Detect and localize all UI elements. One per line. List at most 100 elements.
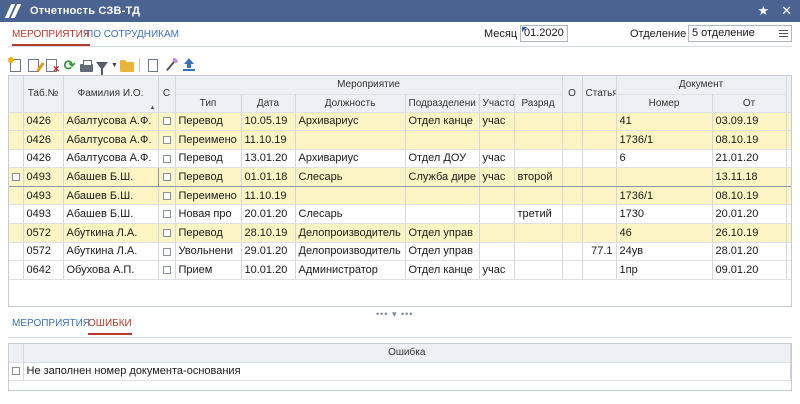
table-row[interactable]: 0493 Абашев Б.Ш. Переимено 11.10.19 1736… [9,186,791,206]
filter-dropdown-icon[interactable]: ▼ [111,58,118,73]
cell-fio: Обухова А.П. [63,260,159,280]
cell-grade [514,242,563,262]
close-icon[interactable]: ✕ [781,3,792,19]
cell-fio[interactable]: Абашев Б.Ш. [62,167,159,187]
cell-c-checkbox[interactable] [158,186,176,206]
header-doc-number[interactable]: Номер [616,94,713,113]
table-row[interactable]: 0426 Абалтусова А.Ф. Перевод 10.05.19 Ар… [9,112,791,132]
cell-type: Перевод [175,112,242,132]
cell-c-checkbox[interactable] [158,112,176,132]
cell-position: Слесарь [295,204,406,225]
cell-tab: 0426 [23,112,64,132]
refresh-icon[interactable]: ⟳ [62,57,77,73]
table-row[interactable]: 0572 Абуткина Л.А. Увольнени 29.01.20 Де… [9,242,791,262]
cell-tab: 0642 [23,260,64,280]
month-label: Месяц [484,28,518,40]
header-type[interactable]: Тип [175,94,242,113]
tab-bottom-events[interactable]: МЕРОПРИЯТИЯ [12,318,90,329]
row-selector[interactable] [9,149,24,169]
cell-section: учас [479,112,515,132]
header-checkbox-column [9,344,24,363]
cell-article [582,204,617,225]
department-select[interactable]: 5 отделение [688,25,792,42]
header-date[interactable]: Дата [241,94,296,113]
cell-o [562,167,583,187]
cell-c-checkbox[interactable] [158,223,176,243]
table-row[interactable]: 0642 Обухова А.П. Прием 10.01.20 Админис… [9,260,791,280]
cell-type: Новая про [175,204,242,225]
header-o[interactable]: О [562,76,583,113]
page-icon[interactable] [148,58,158,72]
cell-type: Перевод [175,167,242,187]
folder-icon[interactable] [120,59,134,72]
header-grade[interactable]: Разряд [514,94,563,113]
favorite-star-icon[interactable]: ★ [757,3,769,19]
cell-department: Отдел управ [405,223,480,243]
cell-section: учас [479,149,515,169]
header-article[interactable]: Статья [582,76,617,113]
header-doc-from[interactable]: От [712,94,787,113]
cell-tab: 0572 [23,223,64,243]
cell-c-checkbox[interactable] [158,242,176,262]
filter-icon[interactable] [96,62,108,75]
list-item[interactable]: Не заполнен номер документа-основания [9,362,791,381]
row-selector-checkbox[interactable] [9,362,24,381]
cell-c-checkbox[interactable] [158,204,176,225]
cell-tab: 0493 [23,186,64,206]
cell-tab: 0426 [23,149,64,169]
menu-icon[interactable] [779,30,788,37]
tab-by-employees[interactable]: ПО СОТРУДНИКАМ [86,29,179,40]
header-c[interactable]: С [158,76,176,113]
row-selector[interactable] [9,204,24,225]
cell-c-checkbox[interactable] [158,260,176,280]
cell-doc-from: 20.01.20 [712,204,787,225]
cell-position: Архивариус [295,149,406,169]
cell-article [582,149,617,169]
new-record-icon[interactable] [8,56,21,72]
title-bar: Отчетность СЗВ-ТД ★ ✕ [0,0,800,22]
header-position[interactable]: Должность [295,94,406,113]
table-row[interactable]: 0572 Абуткина Л.А. Перевод 28.10.19 Дело… [9,223,791,243]
upload-icon[interactable] [183,58,195,71]
divider [8,337,792,338]
cell-article: 77.1 [582,242,617,262]
table-row[interactable]: 0426 Абалтусова А.Ф. Переимено 11.10.19 … [9,130,791,150]
cell-doc-from: 08.10.19 [712,130,787,150]
edit-record-icon[interactable] [28,58,39,72]
table-row-selected[interactable]: 0493 Абашев Б.Ш. Перевод 01.01.18 Слесар… [9,167,791,187]
cell-c-checkbox[interactable] [158,130,176,150]
header-section[interactable]: Участо [479,94,515,113]
cell-c-checkbox[interactable] [158,149,176,169]
header-error-text[interactable]: Ошибка [23,344,791,363]
tab-errors[interactable]: ОШИБКИ [88,318,132,335]
header-error[interactable]: Ош [786,76,791,113]
bottom-tab-row: МЕРОПРИЯТИЯ ОШИБКИ [0,314,800,336]
cell-grade [514,186,563,206]
header-full-name[interactable]: Фамилия И.О. ▲ [63,76,159,113]
cell-error [786,204,791,225]
table-row[interactable]: 0493 Абашев Б.Ш. Новая про 20.01.20 Слес… [9,204,791,225]
row-selector[interactable] [9,242,24,262]
header-department[interactable]: Подразделени [405,94,480,113]
tab-events[interactable]: МЕРОПРИЯТИЯ [12,29,91,46]
print-icon[interactable] [80,59,93,72]
wand-icon[interactable] [166,59,176,71]
row-selector[interactable] [9,260,24,280]
row-selector[interactable] [9,130,24,150]
row-selector-checkbox[interactable] [9,167,24,187]
cell-date: 11.10.19 [241,186,296,206]
month-input[interactable]: 01.2020 [520,25,568,42]
toolbar: ⟳ ▼ [8,56,197,75]
cell-article [582,186,617,206]
table-row[interactable]: 0426 Абалтусова А.Ф. Перевод 13.01.20 Ар… [9,149,791,169]
row-selector[interactable] [9,186,24,206]
cell-article [582,223,617,243]
cell-position: Слесарь [295,167,406,187]
cell-doc-number: 46 [616,223,713,243]
delete-record-icon[interactable] [46,58,60,75]
cell-c-checkbox[interactable] [158,167,176,187]
row-selector[interactable] [9,223,24,243]
cell-error [786,130,791,150]
header-tab-number[interactable]: Таб.№ [23,76,64,113]
row-selector[interactable] [9,112,24,132]
